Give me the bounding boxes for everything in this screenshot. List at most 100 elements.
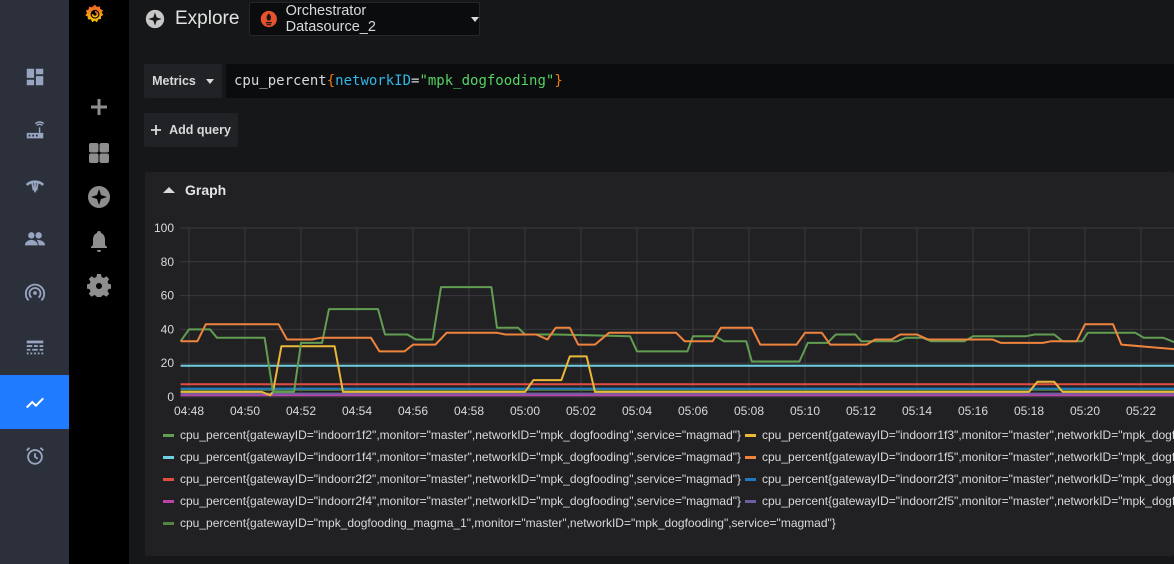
- legend-label: cpu_percent{gatewayID="indoorr2f3",monit…: [762, 472, 1174, 486]
- wifi-icon: [25, 180, 44, 193]
- nav-table[interactable]: [0, 320, 69, 374]
- x-tick-label: 05:04: [622, 404, 652, 418]
- y-tick-label: 0: [167, 390, 174, 404]
- legend-swatch: [163, 521, 174, 525]
- datasource-picker[interactable]: Orchestrator Datasource_2: [249, 2, 480, 36]
- series-line-3: [180, 323, 1174, 353]
- legend-swatch: [163, 455, 174, 459]
- prometheus-icon: [260, 10, 277, 28]
- grafana-side-menu: [69, 0, 129, 564]
- x-tick-label: 05:18: [1014, 404, 1044, 418]
- query-input[interactable]: cpu_percent{networkID = "mpk_dogfooding"}: [226, 64, 1174, 98]
- query-label-value: "mpk_dogfooding": [419, 73, 555, 89]
- page-title: Explore: [145, 6, 239, 32]
- legend-item[interactable]: cpu_percent{gatewayID="indoorr1f3",monit…: [745, 428, 1174, 442]
- graph-panel: Graph 0 20 40 60 80 100 04:48 04:50 04:52 04:54 04…: [145, 172, 1174, 556]
- legend-item[interactable]: cpu_percent{gatewayID="indoorr2f4",monit…: [163, 494, 741, 508]
- legend-swatch: [745, 433, 756, 437]
- legend-swatch: [745, 477, 756, 481]
- x-tick-label: 05:10: [790, 404, 820, 418]
- x-tick-label: 04:54: [342, 404, 372, 418]
- add-query-button[interactable]: Add query: [144, 113, 238, 147]
- grafana-explore-app: Explore Orchestrator Datasource_2 Metric…: [0, 0, 1174, 564]
- datasource-name: Orchestrator Datasource_2: [285, 3, 376, 35]
- legend-label: cpu_percent{gatewayID="indoorr2f5",monit…: [762, 494, 1174, 508]
- legend-label: cpu_percent{gatewayID="indoorr2f4",monit…: [180, 494, 742, 508]
- dashboard-icon: [26, 68, 43, 86]
- create-menu[interactable]: [69, 85, 129, 129]
- legend-item[interactable]: cpu_percent{gatewayID="indoorr2f5",monit…: [745, 494, 1174, 508]
- grafana-logo-icon[interactable]: [83, 3, 113, 33]
- users-icon: [24, 232, 45, 246]
- graph-panel-title: Graph: [185, 182, 227, 198]
- x-tick-label: 05:08: [734, 404, 764, 418]
- chevron-down-icon: [205, 78, 214, 84]
- nav-users[interactable]: [0, 212, 69, 266]
- alarm-clock-icon: [25, 447, 44, 465]
- query-open-brace: {: [326, 73, 336, 89]
- nav-network[interactable]: [0, 158, 69, 212]
- page-title-text: Explore: [175, 8, 240, 29]
- alerting-menu[interactable]: [69, 219, 129, 263]
- query-label-name: networkID: [335, 73, 412, 89]
- x-tick-label: 04:50: [230, 404, 260, 418]
- y-tick-label: 80: [161, 255, 175, 269]
- configuration-menu[interactable]: [69, 263, 129, 307]
- dashboards-menu[interactable]: [69, 131, 129, 175]
- nav-metrics[interactable]: [0, 375, 69, 429]
- legend-swatch: [745, 499, 756, 503]
- metrics-chart-icon: [25, 397, 44, 409]
- x-tick-label: 04:48: [174, 404, 204, 418]
- explore-main: Explore Orchestrator Datasource_2 Metric…: [129, 0, 1174, 564]
- legend-item[interactable]: cpu_percent{gatewayID="indoorr1f5",monit…: [745, 450, 1174, 464]
- router-icon: [26, 121, 44, 139]
- explore-icon: [88, 186, 110, 208]
- nav-dashboard[interactable]: [0, 50, 69, 104]
- x-tick-label: 05:02: [566, 404, 596, 418]
- metrics-dropdown-button[interactable]: Metrics: [144, 64, 222, 98]
- x-tick-label: 05:20: [1070, 404, 1100, 418]
- explore-icon: [145, 9, 165, 29]
- y-tick-label: 60: [161, 289, 175, 303]
- query-close-brace: }: [554, 73, 563, 89]
- broadcast-icon: [24, 283, 45, 301]
- table-icon: [26, 340, 43, 355]
- legend-swatch: [163, 433, 174, 437]
- query-metric: cpu_percent: [234, 73, 327, 89]
- metrics-label: Metrics: [152, 74, 196, 88]
- graph-panel-toggle[interactable]: Graph: [163, 182, 226, 198]
- explore-menu[interactable]: [69, 175, 129, 219]
- legend-item[interactable]: cpu_percent{gatewayID="indoorr2f2",monit…: [163, 472, 741, 486]
- collapse-triangle-icon: [163, 187, 175, 193]
- y-tick-label: 20: [161, 356, 175, 370]
- legend-label: cpu_percent{gatewayID="mpk_dogfooding_ma…: [180, 516, 836, 530]
- graph-chart: 0 20 40 60 80 100 04:48 04:50 04:52 04:54 04:56 04:…: [154, 221, 1174, 418]
- x-tick-label: 04:58: [454, 404, 484, 418]
- y-tick-label: 40: [161, 322, 175, 336]
- dashboards-icon: [89, 143, 109, 163]
- nav-equipment[interactable]: [0, 104, 69, 158]
- nav-broadcast[interactable]: [0, 266, 69, 320]
- y-tick-label: 100: [154, 221, 174, 235]
- legend-item[interactable]: cpu_percent{gatewayID="indoorr1f4",monit…: [163, 450, 741, 464]
- x-tick-label: 05:00: [510, 404, 540, 418]
- x-tick-label: 04:56: [398, 404, 428, 418]
- legend-swatch: [745, 455, 756, 459]
- x-tick-label: 05:22: [1126, 404, 1156, 418]
- legend-item[interactable]: cpu_percent{gatewayID="indoorr1f2",monit…: [163, 428, 741, 442]
- legend-label: cpu_percent{gatewayID="indoorr2f2",monit…: [180, 472, 742, 486]
- legend-swatch: [163, 499, 174, 503]
- x-tick-label: 05:12: [846, 404, 876, 418]
- query-equals: =: [411, 73, 420, 89]
- legend-label: cpu_percent{gatewayID="indoorr1f5",monit…: [762, 450, 1174, 464]
- legend-item[interactable]: cpu_percent{gatewayID="indoorr2f3",monit…: [745, 472, 1174, 486]
- legend-item[interactable]: cpu_percent{gatewayID="mpk_dogfooding_ma…: [163, 516, 836, 530]
- add-query-label: Add query: [169, 123, 231, 137]
- query-row: Metrics cpu_percent{networkID = "mpk_dogfo…: [144, 64, 1174, 98]
- x-tick-label: 05:14: [902, 404, 932, 418]
- alerting-bell-icon: [91, 231, 107, 252]
- legend-swatch: [163, 477, 174, 481]
- nav-alarms[interactable]: [0, 429, 69, 483]
- legend-label: cpu_percent{gatewayID="indoorr1f4",monit…: [180, 450, 742, 464]
- legend-label: cpu_percent{gatewayID="indoorr1f2",monit…: [180, 428, 742, 442]
